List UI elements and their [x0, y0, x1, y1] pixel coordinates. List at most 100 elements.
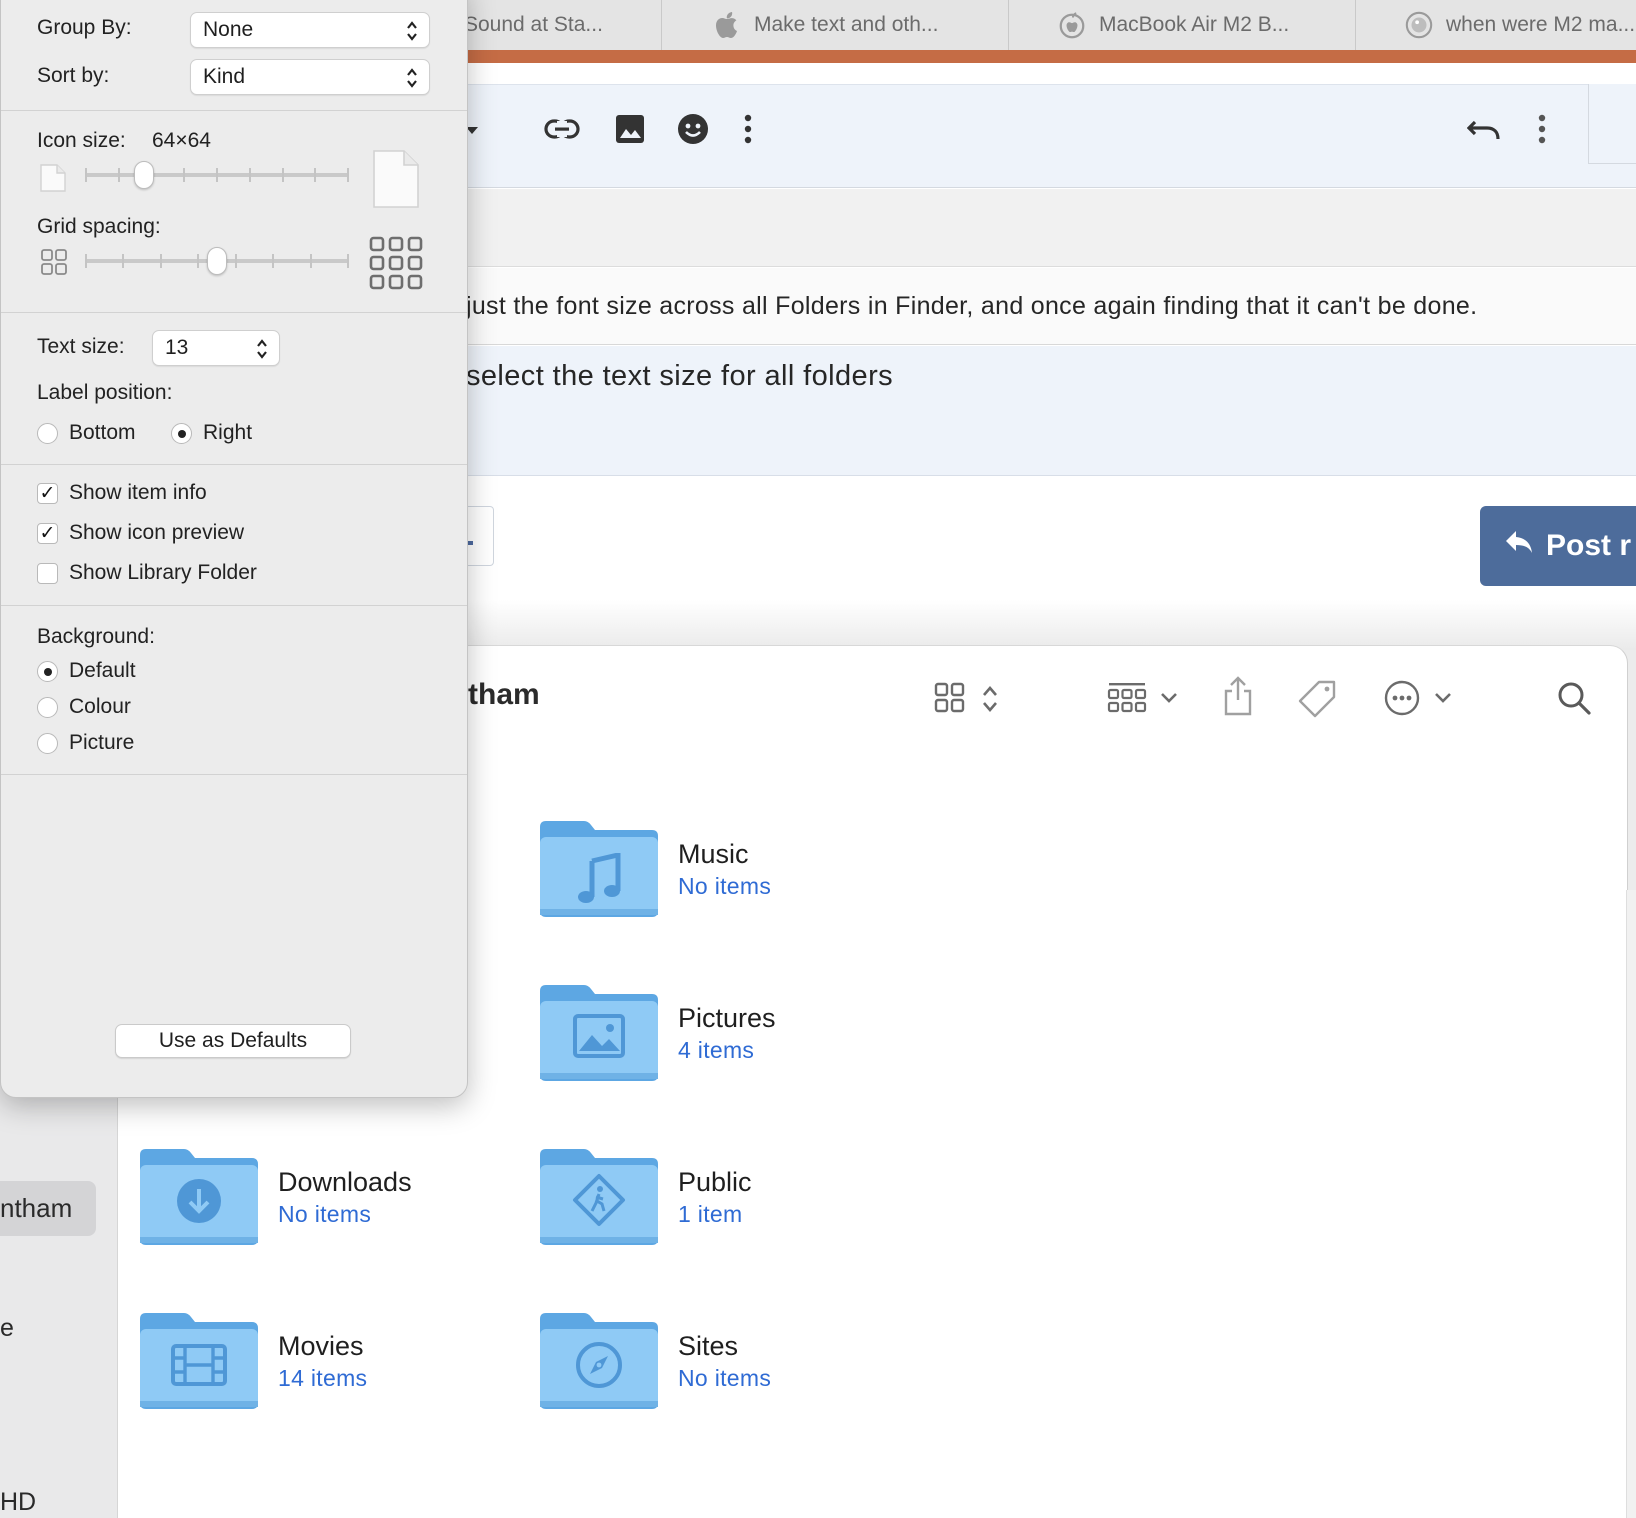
- radio-button[interactable]: [37, 733, 58, 754]
- checkbox[interactable]: [37, 563, 58, 584]
- undo-icon[interactable]: [1464, 109, 1504, 149]
- select-value: 13: [165, 336, 189, 359]
- sidebar-item-home[interactable]: ntham: [0, 1181, 96, 1236]
- folder-name: Music: [678, 839, 749, 869]
- sidebar-item-label: ntham: [0, 1193, 73, 1223]
- radio-button[interactable]: [171, 423, 192, 444]
- folder-movies[interactable]: Movies 14 items: [138, 1309, 518, 1419]
- post-reply-button[interactable]: Post r: [1480, 506, 1636, 586]
- tab-when-were-m2[interactable]: when were M2 ma...: [1356, 0, 1636, 50]
- radio-button[interactable]: [37, 661, 58, 682]
- chevron-down-icon[interactable]: [1158, 688, 1180, 708]
- download-arrow-icon: [177, 1179, 221, 1223]
- sort-by-select[interactable]: Kind: [190, 59, 430, 95]
- radio-label: Bottom: [69, 421, 136, 444]
- slider-tick: [347, 254, 349, 268]
- search-icon[interactable]: [1554, 678, 1594, 718]
- sort-by-label: Sort by:: [37, 64, 110, 87]
- more-actions-icon[interactable]: [1382, 678, 1422, 718]
- slider-knob[interactable]: [207, 247, 227, 275]
- divider: [1, 605, 467, 606]
- slider-tick: [160, 254, 162, 268]
- scrollbar[interactable]: [1626, 890, 1636, 1518]
- group-by-label: Group By:: [37, 16, 132, 39]
- tag-icon[interactable]: [1296, 678, 1338, 720]
- icon-size-label: Icon size:: [37, 129, 126, 152]
- folder-item-count: 1 item: [678, 1201, 743, 1227]
- tab-macbook-air[interactable]: MacBook Air M2 B...: [1009, 0, 1356, 50]
- compass-icon: [576, 1342, 622, 1388]
- chevron-up-down-icon: [407, 68, 417, 88]
- folder-item-count: No items: [278, 1201, 372, 1227]
- use-as-defaults-button[interactable]: Use as Defaults: [115, 1024, 351, 1058]
- slider-tick: [314, 168, 316, 182]
- sidebar-item-disk[interactable]: HD: [0, 1488, 36, 1517]
- more-vertical-icon[interactable]: [738, 109, 758, 149]
- folder-name: Public: [678, 1167, 752, 1197]
- reply-arrow-icon: [1504, 529, 1534, 563]
- chevron-down-icon[interactable]: [1432, 688, 1454, 708]
- show-icon-preview-option[interactable]: ✓ Show icon preview: [37, 521, 337, 547]
- slider-tick: [310, 254, 312, 268]
- image-icon[interactable]: [610, 109, 650, 149]
- radio-label: Right: [203, 421, 253, 444]
- background-label: Background:: [37, 625, 155, 648]
- group-view-icon[interactable]: [1106, 680, 1148, 716]
- folder-item-count: No items: [678, 1365, 772, 1391]
- emoji-icon[interactable]: [673, 109, 713, 149]
- background-picture-option[interactable]: Picture: [37, 731, 237, 757]
- folder-downloads[interactable]: Downloads No items: [138, 1145, 518, 1255]
- tab-title: when were M2 ma...: [1446, 13, 1636, 36]
- sidebar-item-partial[interactable]: e: [0, 1314, 14, 1343]
- checkbox-label: Show Library Folder: [69, 561, 257, 584]
- folder-name: Pictures: [678, 1003, 776, 1033]
- folder-name: Sites: [678, 1331, 739, 1361]
- grid-small-icon: [41, 249, 67, 275]
- label-position-right[interactable]: Right: [171, 421, 271, 447]
- chevron-up-down-icon: [407, 21, 417, 41]
- show-library-folder-option[interactable]: Show Library Folder: [37, 561, 337, 587]
- share-icon[interactable]: [1220, 674, 1256, 718]
- photo-icon: [573, 1014, 625, 1058]
- background-default-option[interactable]: Default: [37, 659, 237, 685]
- divider: [1, 110, 467, 111]
- group-by-select[interactable]: None: [190, 12, 430, 48]
- icon-size-slider[interactable]: [85, 155, 349, 195]
- window-title: tham: [468, 678, 540, 711]
- tab-title: Make text and oth...: [754, 13, 939, 36]
- label-position-label: Label position:: [37, 381, 173, 404]
- checkbox[interactable]: ✓: [37, 483, 58, 504]
- slider-tick: [282, 168, 284, 182]
- label-position-bottom[interactable]: Bottom: [37, 421, 147, 447]
- radio-button[interactable]: [37, 697, 58, 718]
- button-label: Use as Defaults: [158, 1029, 308, 1052]
- walking-person-icon: [573, 1174, 625, 1226]
- folder-sites[interactable]: Sites No items: [538, 1309, 918, 1419]
- folder-pictures[interactable]: Pictures 4 items: [538, 981, 918, 1091]
- tab-make-text[interactable]: Make text and oth...: [662, 0, 1009, 50]
- slider-knob[interactable]: [134, 161, 154, 189]
- folder-public[interactable]: Public 1 item: [538, 1145, 918, 1255]
- radio-button[interactable]: [37, 423, 58, 444]
- chevron-up-down-icon[interactable]: [978, 682, 1002, 716]
- checkbox-label: Show icon preview: [69, 521, 245, 544]
- checkbox[interactable]: ✓: [37, 523, 58, 544]
- text-size-select[interactable]: 13: [152, 330, 280, 366]
- slider-tick: [183, 168, 185, 182]
- icon-size-value: 64×64: [152, 129, 211, 152]
- grid-spacing-slider[interactable]: [85, 241, 349, 281]
- checkbox-label: Show item info: [69, 481, 207, 504]
- link-icon[interactable]: [542, 109, 582, 149]
- tab-title: MacBook Air M2 B...: [1099, 13, 1290, 36]
- more-vertical-icon[interactable]: [1532, 109, 1552, 149]
- slider-tick: [249, 168, 251, 182]
- show-item-info-option[interactable]: ✓ Show item info: [37, 481, 337, 507]
- select-value: Kind: [203, 65, 246, 88]
- icon-view-icon[interactable]: [932, 680, 968, 716]
- folder-music[interactable]: Music No items: [538, 817, 918, 927]
- small-document-icon: [40, 164, 66, 192]
- background-colour-option[interactable]: Colour: [37, 695, 237, 721]
- slider-tick: [122, 254, 124, 268]
- music-note-icon: [578, 853, 621, 903]
- slider-tick: [235, 254, 237, 268]
